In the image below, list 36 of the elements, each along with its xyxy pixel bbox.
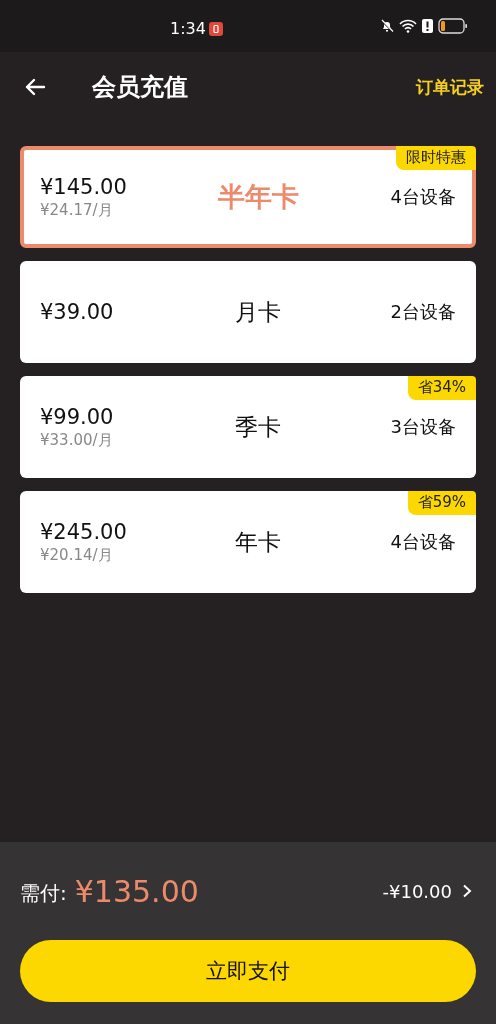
monthly-price: ¥20.14/月 — [40, 545, 114, 565]
plan-card[interactable]: 限时特惠 ¥145.00 ¥24.17/月 半年卡 4台设备 — [20, 146, 476, 248]
plan-badge: 省34% — [407, 376, 476, 400]
plan-price: ¥99.00 — [40, 404, 115, 429]
plan-badge: 限时特惠 — [396, 146, 476, 170]
plan-name: 月卡 — [234, 297, 282, 327]
wifi-icon — [399, 19, 417, 33]
plan-name: 半年卡 — [216, 180, 300, 214]
plan-card[interactable]: 省59% ¥245.00 ¥20.14/月 年卡 4台设备 — [20, 491, 476, 593]
back-arrow-icon — [24, 78, 46, 96]
monthly-price: ¥33.00/月 — [40, 430, 114, 450]
plan-devices: 3台设备 — [389, 415, 456, 439]
plan-price: ¥145.00 — [40, 174, 128, 199]
plan-card[interactable]: ¥39.00 月卡 2台设备 — [20, 261, 476, 363]
plan-devices: 4台设备 — [389, 185, 456, 209]
plan-devices: 4台设备 — [389, 530, 456, 554]
page-title: 会员充值 — [92, 72, 189, 103]
plan-price: ¥39.00 — [40, 300, 115, 324]
status-time: 1:34 — [170, 19, 206, 38]
plan-card[interactable]: 省34% ¥99.00 ¥33.00/月 季卡 3台设备 — [20, 376, 476, 478]
chevron-right-icon — [462, 884, 472, 898]
alert-icon — [422, 19, 433, 33]
battery-icon — [438, 18, 468, 34]
monthly-price: ¥24.17/月 — [40, 200, 114, 220]
plan-name: 年卡 — [234, 527, 282, 557]
amount-label: 需付: — [20, 879, 67, 907]
amount-due: ¥135.00 — [74, 873, 200, 909]
plan-price: ¥245.00 — [40, 519, 128, 544]
discount-link[interactable]: -¥10.00 — [382, 880, 476, 902]
pay-button[interactable]: 立即支付 — [20, 940, 476, 1002]
muted-bell-icon — [380, 19, 394, 33]
order-history-link[interactable]: 订单记录 — [416, 75, 484, 99]
plan-devices: 2台设备 — [389, 300, 456, 324]
plan-badge: 省59% — [407, 491, 476, 515]
notification-icon — [208, 21, 223, 36]
plan-name: 季卡 — [234, 412, 282, 442]
